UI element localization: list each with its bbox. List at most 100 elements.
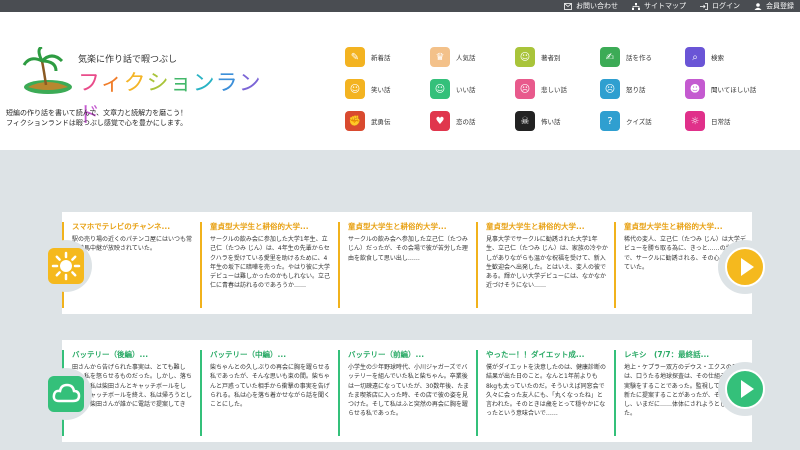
genre-icon: ✎ — [345, 47, 365, 67]
genre-icon: ? — [600, 111, 620, 131]
genre-link[interactable]: ? クイズ話 — [600, 110, 685, 132]
login-label: ログイン — [712, 2, 740, 10]
contact-link[interactable]: お問い合わせ — [564, 1, 618, 11]
logo-title-char: ィ — [100, 71, 124, 96]
story-card[interactable]: 童貞型大学生と耕俗的大学... サークルの飲み会へ参加した立己仁（たつみ じん）だ… — [338, 222, 476, 308]
play-icon — [740, 380, 754, 398]
genre-link[interactable]: ♛ 人気話 — [430, 46, 515, 68]
genre-link[interactable]: ☹ 怒り話 — [600, 78, 685, 100]
story-title[interactable]: バッテリー（中編）... — [210, 350, 332, 360]
logo-title-char: ラ — [215, 71, 239, 96]
genre-link[interactable]: ☺ 著者別 — [515, 46, 600, 68]
story-card[interactable]: 童貞型大学生と耕俗的大学... サークルの飲み会に参加した大学1年生、立己仁（たつ… — [200, 222, 338, 308]
genre-icon: ♛ — [430, 47, 450, 67]
category-badge-cloud — [40, 368, 92, 420]
story-title[interactable]: バッテリー（後編）... — [72, 350, 194, 360]
story-card[interactable]: やったー！！ダイエット成... 僕がダイエットを決意したのは、健康診断の結果が出た… — [476, 350, 614, 436]
next-funny-button[interactable] — [718, 240, 772, 294]
site-logo[interactable]: 気楽に作り話で暇つぶし フィクションランド — [22, 47, 262, 128]
genre-icon: ✊ — [345, 111, 365, 131]
logo-title-char: フ — [78, 71, 101, 96]
top-nav: お問い合わせ サイトマップ ログイン 会員登録 — [564, 0, 794, 12]
story-excerpt: サークルの飲み会に参加した大学1年生、立己仁（たつみ じん）は、4年生の先輩から… — [210, 236, 331, 290]
story-excerpt: 小学生の少年野球時代、小川ジャガーズでバッテリーを組んでいた私と柴ちゃん。卒業後… — [348, 364, 470, 418]
genre-icon: ☺ — [430, 79, 450, 99]
story-title[interactable]: 童貞型大学生と耕俗的大学... — [624, 222, 746, 232]
site-description: 短編の作り話を書いて読んで、文章力と読解力を磨こう！ フィクションランドは暇つぶ… — [6, 108, 187, 128]
genre-label: 検索 — [711, 54, 724, 62]
play-circle — [725, 369, 765, 409]
story-carousel-funny: スマホでテレビのチャンネ... 駅の売り場の近くのパチンコ屋にはいつも常に競馬中継… — [62, 212, 752, 314]
genre-label: 怖い話 — [541, 118, 561, 126]
play-circle — [725, 247, 765, 287]
genre-link[interactable]: ⌕ 検索 — [685, 46, 770, 68]
login-icon — [700, 2, 708, 10]
user-icon — [754, 2, 762, 10]
genre-link[interactable]: ✎ 新着話 — [345, 46, 430, 68]
genre-label: 聞いてほしい話 — [711, 86, 757, 94]
story-title[interactable]: 童貞型大学生と耕俗的大学... — [210, 222, 332, 232]
sun-icon-tile — [48, 248, 84, 284]
genre-icon: ☻ — [685, 79, 705, 99]
sun-icon — [51, 251, 81, 281]
register-link[interactable]: 会員登録 — [754, 1, 794, 11]
genre-label: 武勇伝 — [371, 118, 391, 126]
story-card[interactable]: 童貞型大学生と耕俗的大学... 見事大学でサークルに勧誘された大学1年生、立己仁（… — [476, 222, 614, 308]
story-title[interactable]: スマホでテレビのチャンネ... — [72, 222, 194, 232]
genre-label: 笑い話 — [371, 86, 391, 94]
genre-link[interactable]: ☠ 怖い話 — [515, 110, 600, 132]
genre-icon: ☺ — [515, 47, 535, 67]
genre-label: 悲しい話 — [541, 86, 567, 94]
cloud-icon-tile — [48, 376, 84, 412]
genre-link[interactable]: ☺ 笑い話 — [345, 78, 430, 100]
logo-title-char: ン — [192, 71, 216, 96]
story-card[interactable]: バッテリー（中編）... 柴ちゃんとの久しぶりの再会に胸を躍らせる私であったが、そ… — [200, 350, 338, 436]
genre-label: いい話 — [456, 86, 476, 94]
genre-label: 日常話 — [711, 118, 731, 126]
main-content: スマホでテレビのチャンネ... 駅の売り場の近くのパチンコ屋にはいつも常に競馬中継… — [0, 150, 800, 450]
story-excerpt: 僕がダイエットを決意したのは、健康診断の結果が出た日のこと。なんと1年前よりも8… — [486, 364, 606, 418]
contact-label: お問い合わせ — [576, 2, 618, 10]
story-title[interactable]: 童貞型大学生と耕俗的大学... — [486, 222, 608, 232]
description-line: 短編の作り話を書いて読んで、文章力と読解力を磨こう！ — [6, 109, 188, 117]
sitemap-icon — [632, 2, 640, 10]
story-title[interactable]: レキシ (7/7：最終話... — [624, 350, 746, 360]
genre-icon: ☺ — [345, 79, 365, 99]
story-excerpt: 柴ちゃんとの久しぶりの再会に胸を躍らせる私であったが、そんな思いも束の間。柴ちゃ… — [210, 364, 331, 409]
genre-icon: ♥ — [430, 111, 450, 131]
genre-icon: ✍ — [600, 47, 620, 67]
play-icon — [740, 258, 754, 276]
genre-link[interactable]: ☼ 日常話 — [685, 110, 770, 132]
genre-menu: ✎ 新着話 ♛ 人気話 ☺ 著者別 ✍ 話を作る ⌕ 検索 ☺ 笑い話 ☺ いい話 ☹ 悲しい話 ☹ 怒り話 ☻ 聞い… — [345, 46, 795, 132]
genre-label: 新着話 — [371, 54, 391, 62]
login-link[interactable]: ログイン — [700, 1, 740, 11]
genre-icon: ☠ — [515, 111, 535, 131]
story-title[interactable]: やったー！！ダイエット成... — [486, 350, 608, 360]
island-logo-icon — [22, 47, 72, 94]
genre-link[interactable]: ☹ 悲しい話 — [515, 78, 600, 100]
story-card[interactable]: バッテリー（前編）... 小学生の少年野球時代、小川ジャガーズでバッテリーを組んで… — [338, 350, 476, 436]
logo-title-char: シ — [146, 71, 170, 96]
genre-label: 話を作る — [626, 54, 652, 62]
genre-icon: ☹ — [515, 79, 535, 99]
sitemap-link[interactable]: サイトマップ — [632, 1, 686, 11]
genre-link[interactable]: ✍ 話を作る — [600, 46, 685, 68]
description-line: フィクションランドは暇つぶし感覚で心を豊かにします。 — [6, 119, 188, 127]
genre-link[interactable]: ☻ 聞いてほしい話 — [685, 78, 770, 100]
logo-title-char: ョ — [169, 71, 193, 96]
site-header: 気楽に作り話で暇つぶし フィクションランド 短編の作り話を書いて読んで、文章力と… — [0, 12, 800, 150]
mail-icon — [564, 2, 572, 10]
genre-link[interactable]: ♥ 恋の話 — [430, 110, 515, 132]
sitemap-label: サイトマップ — [644, 2, 686, 10]
story-title[interactable]: バッテリー（前編）... — [348, 350, 470, 360]
genre-icon: ⌕ — [685, 47, 705, 67]
genre-link[interactable]: ✊ 武勇伝 — [345, 110, 430, 132]
genre-label: 怒り話 — [626, 86, 646, 94]
genre-link[interactable]: ☺ いい話 — [430, 78, 515, 100]
story-excerpt: 見事大学でサークルに勧誘された大学1年生、立己仁（たつみ じん）は、家族の冷やか… — [486, 236, 608, 290]
logo-title-char: ク — [123, 71, 147, 96]
story-excerpt: サークルの飲み会へ参加した立己仁（たつみ じん）だったが、その会場で彼が苦労した… — [348, 236, 468, 262]
next-good-button[interactable] — [718, 362, 772, 416]
cloud-icon — [52, 383, 81, 403]
story-title[interactable]: 童貞型大学生と耕俗的大学... — [348, 222, 470, 232]
